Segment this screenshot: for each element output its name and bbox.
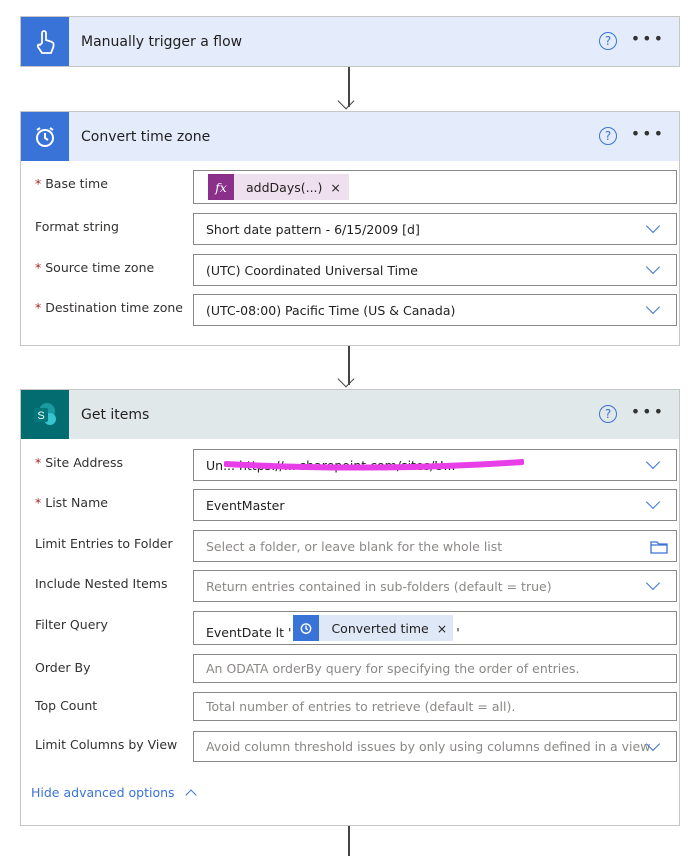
include-nested-dropdown[interactable]: Return entries contained in sub-folders … (193, 570, 677, 602)
expression-token[interactable]: fx addDays(...) × (208, 174, 349, 200)
required-marker: * (35, 176, 42, 191)
field-label: Limit Columns by View (35, 737, 178, 752)
required-marker: * (35, 455, 42, 470)
more-options-icon[interactable]: ••• (631, 29, 665, 48)
alarm-clock-icon (21, 112, 69, 161)
hand-touch-icon (21, 17, 69, 66)
token-label: Converted time (331, 620, 429, 636)
help-icon[interactable]: ? (599, 127, 617, 145)
top-count-row: Top Count Total number of entries to ret… (35, 692, 677, 721)
selected-value: EventMaster (206, 497, 285, 513)
alarm-clock-icon (293, 615, 320, 641)
field-label: Base time (45, 176, 108, 191)
placeholder: Avoid column threshold issues by only us… (206, 739, 651, 754)
required-marker: * (35, 495, 42, 510)
more-options-icon[interactable]: ••• (631, 402, 665, 421)
base-time-input[interactable]: fx addDays(...) × (193, 170, 677, 204)
chevron-down-icon (645, 575, 661, 591)
field-label: Destination time zone (45, 300, 183, 315)
field-label: Format string (35, 219, 119, 234)
folder-icon[interactable] (650, 539, 668, 554)
more-options-icon[interactable]: ••• (631, 124, 665, 143)
connector-line (348, 826, 350, 856)
order-by-row: Order By An ODATA orderBy query for spec… (35, 654, 677, 683)
field-label: Order By (35, 660, 91, 675)
placeholder: Return entries contained in sub-folders … (206, 578, 552, 594)
arrow-head (337, 92, 355, 110)
folder-input[interactable]: Select a folder, or leave blank for the … (193, 530, 677, 562)
site-address-row: * Site Address Un... https://... sharepo… (35, 449, 677, 481)
required-marker: * (35, 300, 42, 315)
svg-text:S: S (37, 410, 44, 422)
field-label: Include Nested Items (35, 576, 168, 591)
base-time-row: * Base time fx addDays(...) × (35, 170, 677, 204)
token-label: addDays(...) (246, 179, 323, 195)
field-label: Filter Query (35, 617, 108, 632)
redaction-scribble (224, 459, 524, 471)
field-label: Limit Entries to Folder (35, 536, 173, 551)
format-string-dropdown[interactable]: Short date pattern - 6/15/2009 [d] (193, 213, 677, 245)
card-title: Get items (81, 406, 150, 423)
include-nested-row: Include Nested Items Return entries cont… (35, 570, 677, 602)
limit-columns-dropdown[interactable]: Avoid column threshold issues by only us… (193, 731, 677, 762)
field-label: List Name (45, 495, 108, 510)
fx-icon: fx (208, 174, 234, 200)
selected-value: (UTC) Coordinated Universal Time (206, 262, 418, 278)
hide-advanced-options-link[interactable]: Hide advanced options (31, 785, 197, 801)
query-text: ' (456, 624, 460, 640)
chevron-down-icon (645, 259, 661, 275)
source-time-zone-row: * Source time zone (UTC) Coordinated Uni… (35, 254, 677, 286)
dynamic-content-token[interactable]: Converted time × (293, 615, 454, 641)
convert-time-zone-card: Convert time zone ? ••• * Base time fx a… (20, 111, 680, 346)
remove-token-icon[interactable]: × (330, 180, 340, 195)
arrow-head (337, 370, 355, 388)
selected-value: Short date pattern - 6/15/2009 [d] (206, 221, 420, 237)
chevron-up-icon (184, 789, 197, 801)
help-icon[interactable]: ? (599, 32, 617, 50)
chevron-down-icon (645, 218, 661, 234)
chevron-down-icon (645, 494, 661, 510)
get-items-card: S Get items ? ••• * Site Address Un... h… (20, 389, 680, 826)
placeholder: An ODATA orderBy query for specifying th… (206, 661, 580, 676)
card-title: Convert time zone (81, 128, 211, 145)
trigger-card[interactable]: Manually trigger a flow ? ••• (20, 16, 680, 67)
field-label: Source time zone (45, 260, 155, 275)
field-label: Site Address (45, 455, 123, 470)
remove-token-icon[interactable]: × (437, 621, 447, 636)
format-string-row: Format string Short date pattern - 6/15/… (35, 213, 677, 245)
site-address-dropdown[interactable]: Un... https://... sharepoint.com/sites/U… (193, 449, 677, 481)
list-name-row: * List Name EventMaster (35, 489, 677, 521)
destination-time-zone-row: * Destination time zone (UTC-08:00) Paci… (35, 294, 677, 326)
order-by-input[interactable]: An ODATA orderBy query for specifying th… (193, 654, 677, 683)
help-icon[interactable]: ? (599, 405, 617, 423)
list-name-dropdown[interactable]: EventMaster (193, 489, 677, 521)
card-title: Manually trigger a flow (81, 33, 243, 50)
required-marker: * (35, 260, 42, 275)
limit-entries-row: Limit Entries to Folder Select a folder,… (35, 530, 677, 562)
destination-time-zone-dropdown[interactable]: (UTC-08:00) Pacific Time (US & Canada) (193, 294, 677, 326)
source-time-zone-dropdown[interactable]: (UTC) Coordinated Universal Time (193, 254, 677, 286)
placeholder: Select a folder, or leave blank for the … (206, 538, 503, 554)
filter-query-row: Filter Query EventDate lt ' Converted ti… (35, 611, 677, 645)
chevron-down-icon (645, 299, 661, 315)
limit-columns-row: Limit Columns by View Avoid column thres… (35, 731, 677, 762)
filter-query-input[interactable]: EventDate lt ' Converted time × ' (193, 611, 677, 645)
field-label: Top Count (35, 698, 98, 713)
top-count-input[interactable]: Total number of entries to retrieve (def… (193, 692, 677, 721)
query-text: EventDate lt ' (206, 624, 292, 640)
sharepoint-icon: S (21, 390, 69, 439)
chevron-down-icon (645, 454, 661, 470)
link-label: Hide advanced options (31, 785, 175, 800)
selected-value: (UTC-08:00) Pacific Time (US & Canada) (206, 302, 456, 318)
placeholder: Total number of entries to retrieve (def… (206, 699, 516, 714)
